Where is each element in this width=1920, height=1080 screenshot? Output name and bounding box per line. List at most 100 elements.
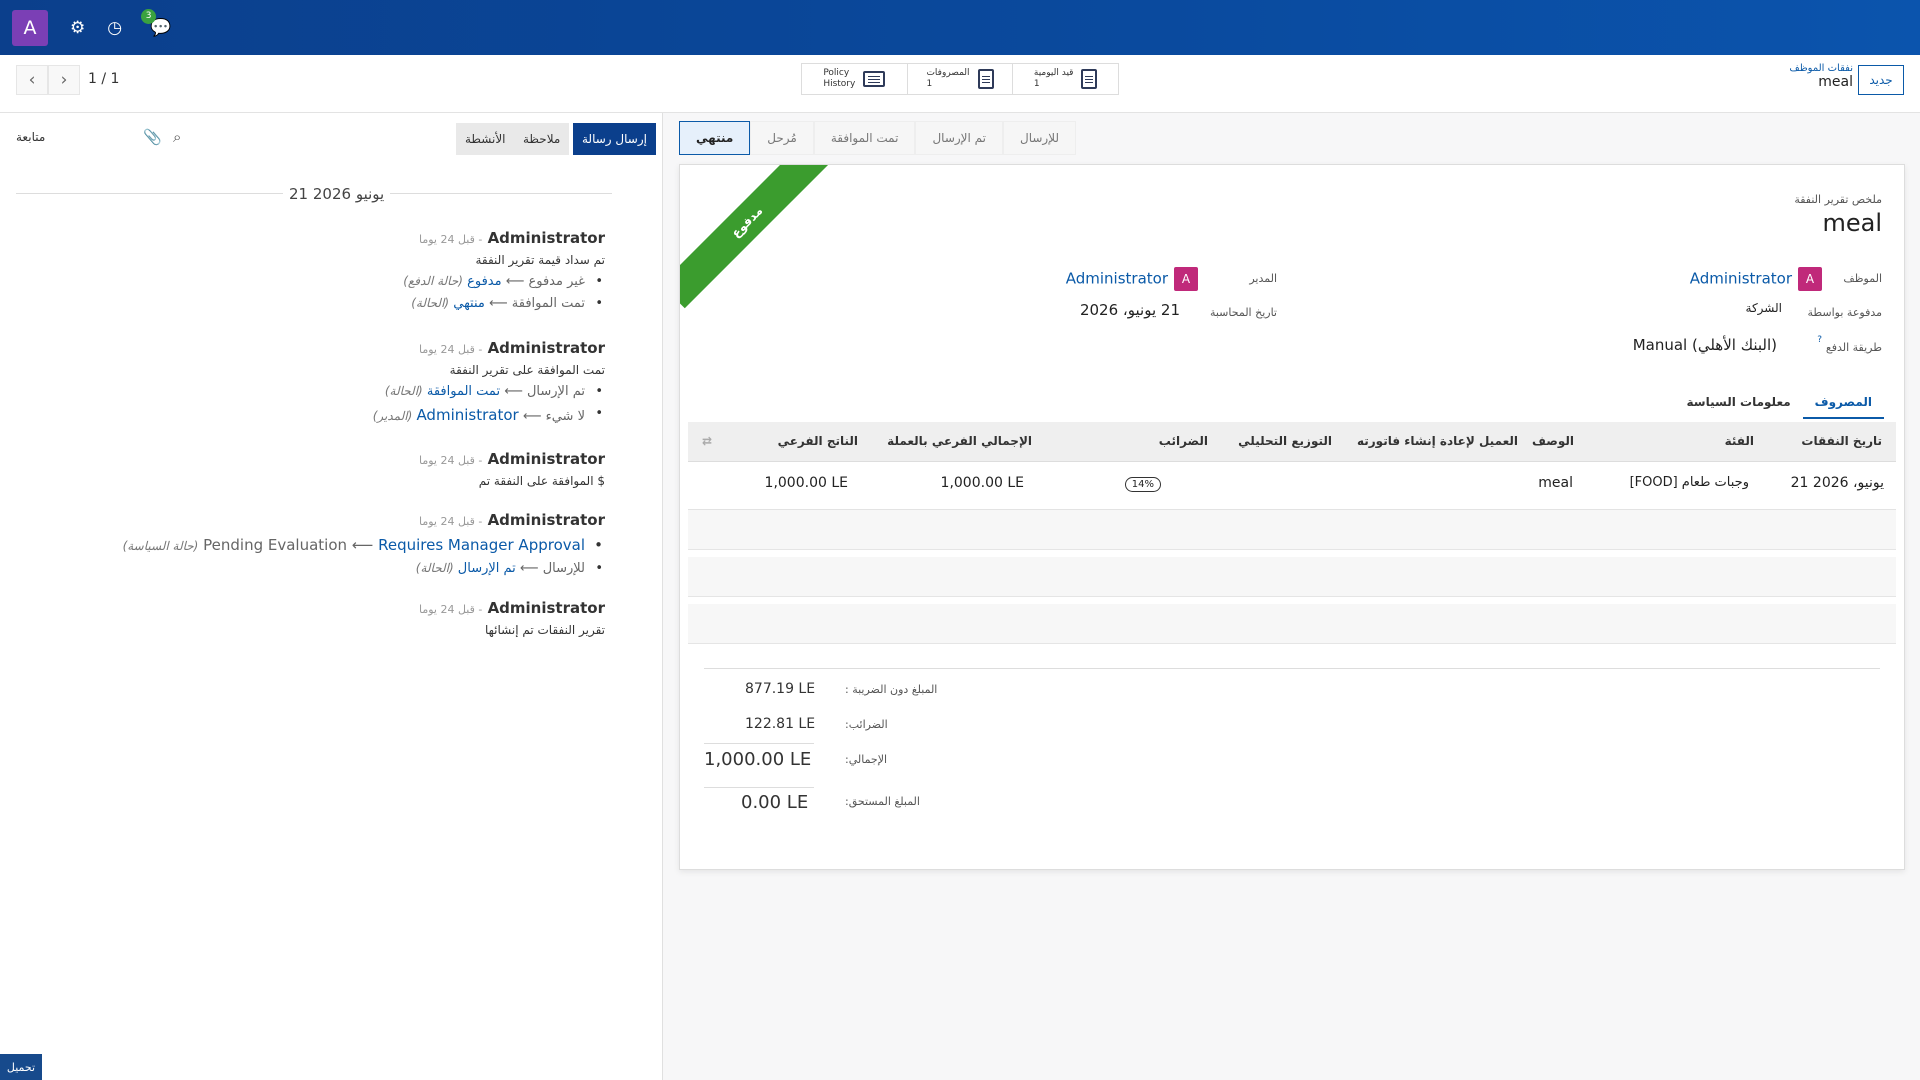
total-label: الإجمالي:: [845, 753, 888, 766]
employee-avatar: A: [1798, 267, 1822, 291]
untaxed-value: 877.19 LE: [745, 681, 816, 697]
search-icon[interactable]: ⌕: [173, 128, 181, 146]
message-author[interactable]: Administrator: [488, 599, 605, 617]
message-author[interactable]: Administrator: [488, 229, 605, 247]
expenses-smart-button[interactable]: المصروفات 1: [906, 64, 1013, 94]
manager-value[interactable]: Administrator: [1066, 270, 1168, 288]
accounting-date-value[interactable]: 21 يونيو، 2026: [1080, 301, 1180, 319]
pager-prev-button[interactable]: ‹: [16, 65, 48, 95]
track-field: (حالة السياسة): [122, 539, 199, 553]
activities-button[interactable]: الأنشطة: [456, 123, 515, 155]
follow-button[interactable]: متابعة: [16, 130, 45, 144]
tracking-value: للإرسال ⟵ تم الإرسال (الحالة): [123, 561, 605, 576]
col-analytic[interactable]: التوزيع التحليلي: [1238, 434, 1332, 448]
pager-next-button[interactable]: ›: [48, 65, 80, 95]
line-tax-badge[interactable]: 14%: [1124, 477, 1161, 492]
col-date[interactable]: تاريخ النفقات: [1801, 434, 1882, 448]
tracking-value: لا شيء ⟵ Administrator (المدير): [373, 406, 605, 424]
breadcrumb-parent[interactable]: نفقات الموظف: [1789, 63, 1853, 74]
new-button[interactable]: جديد: [1858, 65, 1904, 95]
activity-clock-icon[interactable]: ◷: [107, 18, 122, 38]
line-date[interactable]: 21 يونيو، 2026: [1791, 475, 1884, 491]
user-avatar[interactable]: A: [12, 9, 48, 46]
employee-value[interactable]: Administrator: [1690, 270, 1792, 288]
stage-posted[interactable]: مُرحل: [750, 121, 814, 155]
journal-label: قيد اليومية: [1033, 68, 1074, 78]
empty-row: [688, 604, 1896, 644]
tracking-value: غير مدفوع ⟵ مدفوع (حالة الدفع): [403, 274, 605, 289]
payment-method-label: طريقة الدفع: [1825, 341, 1882, 354]
paperclip-icon[interactable]: 📎: [143, 128, 162, 146]
chatter-message: Administrator - قبل 24 يوما Pending Eval…: [123, 511, 605, 576]
journal-entry-smart-button[interactable]: قيد اليومية 1: [1012, 64, 1118, 94]
upload-button[interactable]: تحميل: [0, 1054, 42, 1080]
stage-done[interactable]: منتهي: [679, 121, 751, 155]
stage-to-submit[interactable]: للإرسال: [1002, 121, 1077, 155]
message-time: - قبل 24 يوما: [418, 454, 483, 467]
stage-submitted[interactable]: تم الإرسال: [915, 121, 1003, 155]
pager-value[interactable]: 1 / 1: [88, 71, 119, 87]
message-author[interactable]: Administrator: [488, 339, 605, 357]
messaging-icon[interactable]: 3 💬: [141, 8, 171, 38]
totals-divider: [704, 668, 1880, 669]
tab-expense[interactable]: المصروف: [1802, 387, 1884, 419]
col-category[interactable]: الفئة: [1725, 434, 1754, 448]
stage-approved[interactable]: تمت الموافقة: [813, 121, 916, 155]
message-body: تمت الموافقة على تقرير النفقة: [449, 363, 605, 377]
document-icon: [1081, 69, 1098, 89]
control-panel: ‹ › 1 / 1 Policy History المصروفات 1 قيد ا…: [0, 55, 1920, 113]
chatter-message: Administrator - قبل 24 يوما تمت الموافقة…: [373, 339, 605, 424]
track-new: تمت الموافقة: [426, 384, 501, 399]
employee-field[interactable]: A Administrator: [1690, 267, 1822, 291]
track-new: مدفوع: [467, 274, 502, 289]
track-field: (الحالة): [415, 561, 454, 575]
debug-icon[interactable]: ⚙: [70, 18, 85, 38]
help-icon[interactable]: ?: [1817, 335, 1822, 345]
date-separator: 21 يونيو 2026: [283, 185, 391, 203]
message-author[interactable]: Administrator: [488, 450, 605, 468]
track-old: لا شيء: [545, 409, 585, 424]
smart-buttons: Policy History المصروفات 1 قيد اليومية 1: [801, 63, 1119, 95]
col-customer-reinvoice[interactable]: العميل لإعادة إنشاء فاتورته: [1357, 434, 1518, 448]
form-sheet: مدفوع ملخص تقرير النفقة meal الموظف A Adm…: [679, 164, 1905, 870]
chatter-message: Administrator - قبل 24 يوما تم سداد قيمة…: [403, 229, 605, 311]
track-old: تمت الموافقة: [511, 296, 585, 311]
message-author[interactable]: Administrator: [488, 511, 605, 529]
log-note-button[interactable]: ملاحظة: [514, 123, 570, 155]
summary-label: ملخص تقرير النفقة: [1794, 193, 1882, 206]
track-field: (الحالة): [411, 296, 450, 310]
paid-ribbon: مدفوع: [680, 165, 834, 309]
message-time: - قبل 24 يوما: [418, 233, 483, 246]
col-subtotal[interactable]: الناتج الفرعي: [778, 434, 858, 448]
statusbar: منتهي مُرحل تمت الموافقة تم الإرسال للإر…: [679, 121, 1077, 155]
breadcrumb: نفقات الموظف meal: [1789, 63, 1853, 90]
taxes-value: 122.81 LE: [745, 716, 816, 732]
track-field: (الحالة): [384, 384, 423, 398]
track-field: (حالة الدفع): [403, 274, 463, 288]
manager-field[interactable]: A Administrator: [1066, 267, 1198, 291]
col-taxes[interactable]: الضرائب: [1159, 434, 1208, 448]
track-old: Pending Evaluation: [203, 536, 348, 554]
report-title[interactable]: meal: [1822, 209, 1882, 237]
accounting-date-label: تاريخ المحاسبة: [1209, 306, 1277, 319]
paid-by-label: مدفوعة بواسطة: [1807, 306, 1882, 319]
chatter-message: Administrator - قبل 24 يوما تقرير النفقا…: [419, 599, 605, 637]
track-new: منتهي: [453, 296, 485, 311]
policy-history-button[interactable]: Policy History: [802, 64, 907, 94]
payment-method-value[interactable]: Manual (البنك الأهلي): [1633, 336, 1777, 354]
col-description[interactable]: الوصف: [1532, 434, 1574, 448]
optional-columns-icon[interactable]: ⇄: [702, 434, 712, 448]
total-divider: [704, 743, 814, 744]
chat-count-badge: 3: [141, 8, 157, 24]
empty-row: [688, 510, 1896, 550]
due-divider: [704, 787, 814, 788]
line-category[interactable]: [FOOD] وجبات طعام: [1630, 475, 1749, 490]
send-message-button[interactable]: إرسال رسالة: [573, 123, 656, 155]
employee-label: الموظف: [1843, 272, 1882, 285]
paid-by-value[interactable]: الشركة: [1746, 301, 1782, 315]
message-body: تم سداد قيمة تقرير النفقة: [475, 253, 605, 267]
col-subtotal-currency[interactable]: الإجمالي الفرعي بالعملة: [887, 434, 1032, 448]
tab-policy-info[interactable]: معلومات السياسة: [1675, 387, 1803, 419]
line-description[interactable]: meal: [1538, 475, 1573, 491]
track-old: تم الإرسال: [526, 384, 585, 399]
